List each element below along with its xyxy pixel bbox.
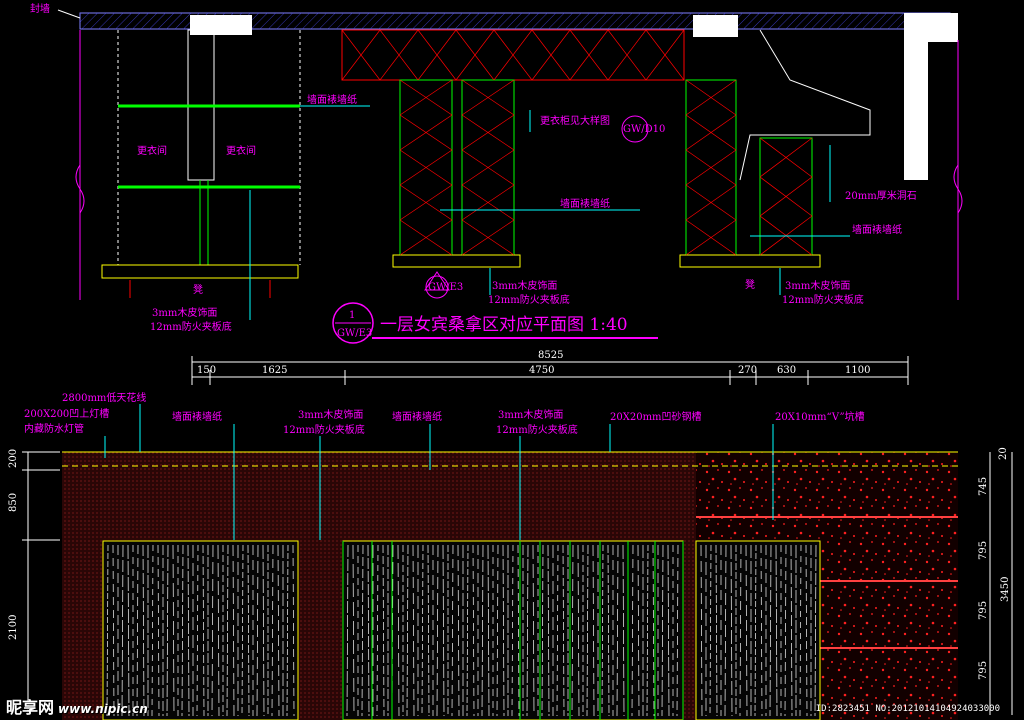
label-bench-left: 凳 [193, 284, 203, 296]
label-veneer-3b: 12mm防火夹板底 [782, 293, 864, 306]
right-wall-white [904, 13, 958, 180]
callout-wallpaper-2: 墙面裱墙纸 [392, 410, 442, 423]
changing-room-block [101, 29, 301, 298]
label-locker-note: 更衣柜见大样图 [540, 114, 610, 127]
callout-veneer-2a: 3mm木皮饰面 [498, 408, 563, 421]
cad-drawing-canvas: 封墙 更衣间 更衣间 墙面裱墙纸 更衣柜见大样图 GW/D10 墙面裱墙纸 20… [8, 2, 1013, 720]
callout-light-1: 200X200凹上灯槽 [24, 407, 109, 420]
watermark-id: ID:2823451 NO:20121014104924033000 [815, 704, 1000, 714]
label-wallpaper-2: 墙面裱墙纸 [560, 197, 610, 210]
label-room-right: 更衣间 [226, 144, 256, 157]
dim-seg-2: 1625 [262, 365, 287, 376]
drawing-title: 一层女宾桑拿区对应平面图 1:40 [380, 314, 628, 335]
label-seal-wall: 封墙 [30, 2, 50, 15]
label-wallpaper-1: 墙面裱墙纸 [307, 93, 357, 106]
title-number: 1 [349, 310, 355, 321]
wood-veneer-panels [102, 540, 821, 720]
label-room-left: 更衣间 [137, 144, 167, 157]
callout-groove-v: 20X10mm“V”坑槽 [775, 410, 865, 423]
dim-right-4: 795 [978, 601, 989, 620]
dim-right-3: 795 [978, 541, 989, 560]
dim-left-3: 2100 [8, 615, 19, 640]
plan-view: 封墙 更衣间 更衣间 墙面裱墙纸 更衣柜见大样图 GW/D10 墙面裱墙纸 20… [30, 2, 963, 344]
label-veneer-1b: 12mm防火夹板底 [150, 320, 232, 333]
dim-seg-1: 150 [197, 365, 216, 376]
veneer-panel [695, 540, 821, 720]
dim-left-1: 200 [8, 449, 19, 468]
dim-right-total: 3450 [1000, 577, 1011, 602]
label-locker-ref: GW/D10 [623, 124, 665, 135]
callout-veneer-1b: 12mm防火夹板底 [283, 423, 365, 436]
callout-ceiling: 2800mm低天花线 [62, 391, 146, 404]
callout-wallpaper-1: 墙面裱墙纸 [172, 410, 222, 423]
dim-seg-6: 1100 [845, 365, 870, 376]
dim-right-5: 795 [978, 661, 989, 680]
label-veneer-2b: 12mm防火夹板底 [488, 293, 570, 306]
bench-left-rect [101, 264, 299, 279]
dim-right-2: 745 [978, 477, 989, 496]
dim-left-2: 850 [8, 493, 19, 512]
callout-veneer-2b: 12mm防火夹板底 [496, 423, 578, 436]
label-veneer-3a: 3mm木皮饰面 [785, 279, 850, 292]
title-sheet: GW/E3 [337, 328, 372, 339]
label-bench-right: 凳 [745, 279, 755, 291]
label-veneer-1a: 3mm木皮饰面 [152, 306, 217, 319]
label-marble: 20mm厚米洞石 [845, 189, 917, 202]
cabinet-cross-bracing [341, 29, 813, 256]
dim-seg-3: 4750 [529, 365, 554, 376]
dim-right-1: 20 [998, 447, 1009, 460]
locker-block-center [341, 29, 871, 268]
label-wallpaper-3: 墙面裱墙纸 [852, 223, 902, 236]
svg-text:GW/E3: GW/E3 [428, 282, 463, 293]
callout-light-2: 内藏防水灯管 [24, 422, 84, 435]
watermark-logo: 昵享网 www.nipic.cn [6, 698, 148, 717]
dim-overall: 8525 [538, 350, 563, 361]
elevation-view: 2800mm低天花线 200X200凹上灯槽 内藏防水灯管 墙面裱墙纸 3mm木… [24, 391, 958, 720]
dim-seg-4: 270 [738, 365, 757, 376]
callout-veneer-1a: 3mm木皮饰面 [298, 408, 363, 421]
callout-groove-sand: 20X20mm凹砂钢槽 [610, 410, 702, 423]
label-veneer-2a: 3mm木皮饰面 [492, 279, 557, 292]
dim-seg-5: 630 [777, 365, 796, 376]
